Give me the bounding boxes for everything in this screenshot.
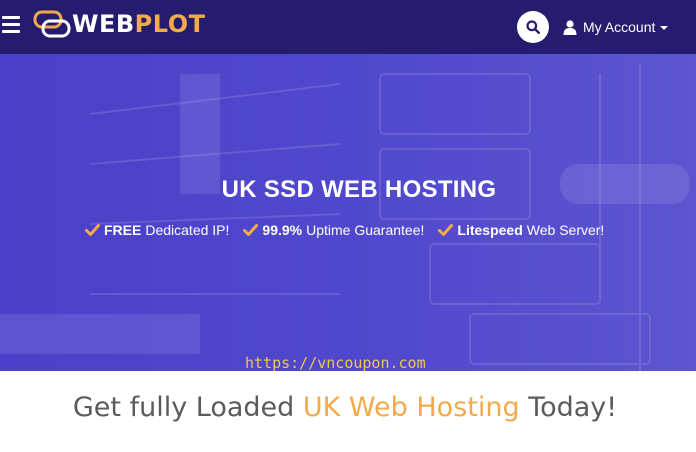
headline-suffix: Today! [519, 392, 618, 423]
hero-feature-list: FREE Dedicated IP! 99.9% Uptime Guarante… [85, 220, 618, 240]
feature-text: Web Server! [526, 222, 605, 238]
server-rack-background [0, 54, 696, 371]
menu-icon[interactable] [2, 16, 20, 33]
watermark-url: https://vncoupon.com [245, 354, 426, 372]
headline-prefix: Get fully Loaded [72, 392, 303, 423]
search-icon [526, 20, 540, 34]
feature-strong: 99.9% [262, 222, 303, 238]
feature-strong: FREE [104, 222, 142, 238]
brand-name: WEBPLOT [72, 10, 205, 38]
my-account-dropdown[interactable]: My Account [563, 17, 669, 37]
feature-litespeed: Litespeed Web Server! [438, 222, 604, 238]
brand-web: WEB [72, 10, 135, 38]
brand-logo[interactable]: WEBPLOT [33, 10, 205, 38]
hero-banner: UK SSD WEB HOSTING FREE Dedicated IP! 99… [0, 54, 696, 371]
feature-text: Dedicated IP! [145, 222, 230, 238]
feature-free-ip: FREE Dedicated IP! [85, 222, 229, 238]
hero-title: UK SSD WEB HOSTING [221, 176, 497, 203]
headline-accent: UK Web Hosting [302, 392, 520, 423]
top-navbar: WEBPLOT My Account [0, 0, 696, 54]
brand-plot: PLOT [134, 10, 206, 38]
check-icon [85, 224, 100, 236]
search-button[interactable] [517, 11, 549, 43]
my-account-label: My Account [583, 19, 656, 35]
caret-down-icon [660, 26, 669, 30]
feature-strong: Litespeed [457, 222, 523, 238]
check-icon [438, 224, 454, 236]
check-icon [243, 224, 259, 236]
feature-uptime: 99.9% Uptime Guarantee! [243, 222, 424, 238]
logo-icon [33, 10, 71, 38]
user-icon [563, 19, 577, 35]
feature-text: Uptime Guarantee! [306, 222, 425, 238]
page-headline: Get fully Loaded UK Web Hosting Today! [0, 392, 690, 423]
